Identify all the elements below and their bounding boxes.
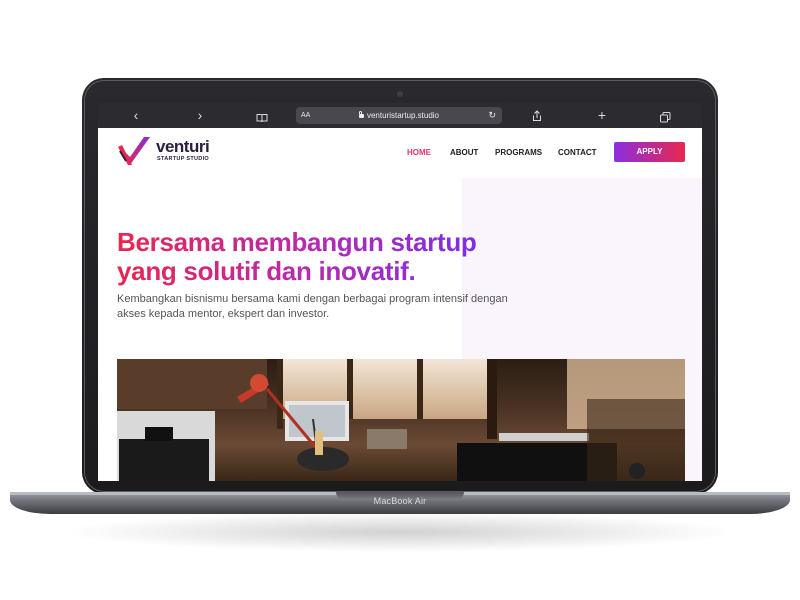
chevron-right-icon[interactable]: › [190,103,210,128]
reload-icon[interactable]: ↻ [488,107,496,124]
url-text: venturistartup.studio [366,111,440,120]
tabs-icon[interactable] [660,110,671,123]
share-icon[interactable] [532,109,542,121]
logo-tagline: STARTUP STUDIO [157,156,209,162]
browser-toolbar: ‹ › AA venturistartup.studio ↻ + [98,103,702,128]
laptop-shadow [60,512,740,552]
nav-home[interactable]: HOME [407,148,431,157]
hero-headline-line2: yang solutif dan inovatif. [117,256,416,286]
office-photo [117,359,685,481]
apply-button[interactable]: APPLY [614,142,685,162]
hero-headline: Bersama membangun startup yang solutif d… [117,228,476,286]
url-field[interactable]: venturistartup.studio [296,107,502,124]
hero-headline-line1: Bersama membangun startup [117,227,477,257]
nav-about[interactable]: ABOUT [450,148,478,157]
nav-contact[interactable]: CONTACT [558,148,597,157]
chevron-left-icon[interactable]: ‹ [126,103,146,128]
camera-icon [397,91,403,97]
hero-subtitle: Kembangkan bisnismu bersama kami dengan … [117,293,508,320]
lock-icon [358,111,364,118]
logo-wordmark[interactable]: venturi [156,137,210,157]
plus-icon[interactable]: + [592,103,612,128]
book-icon[interactable] [256,110,268,123]
laptop-screen: ‹ › AA venturistartup.studio ↻ + venturi… [98,103,702,481]
device-model-label: MacBook Air [373,496,427,506]
venturi-logo-icon[interactable] [116,135,154,169]
nav-programs[interactable]: PROGRAMS [495,148,542,157]
address-bar[interactable]: AA venturistartup.studio ↻ [296,107,502,124]
